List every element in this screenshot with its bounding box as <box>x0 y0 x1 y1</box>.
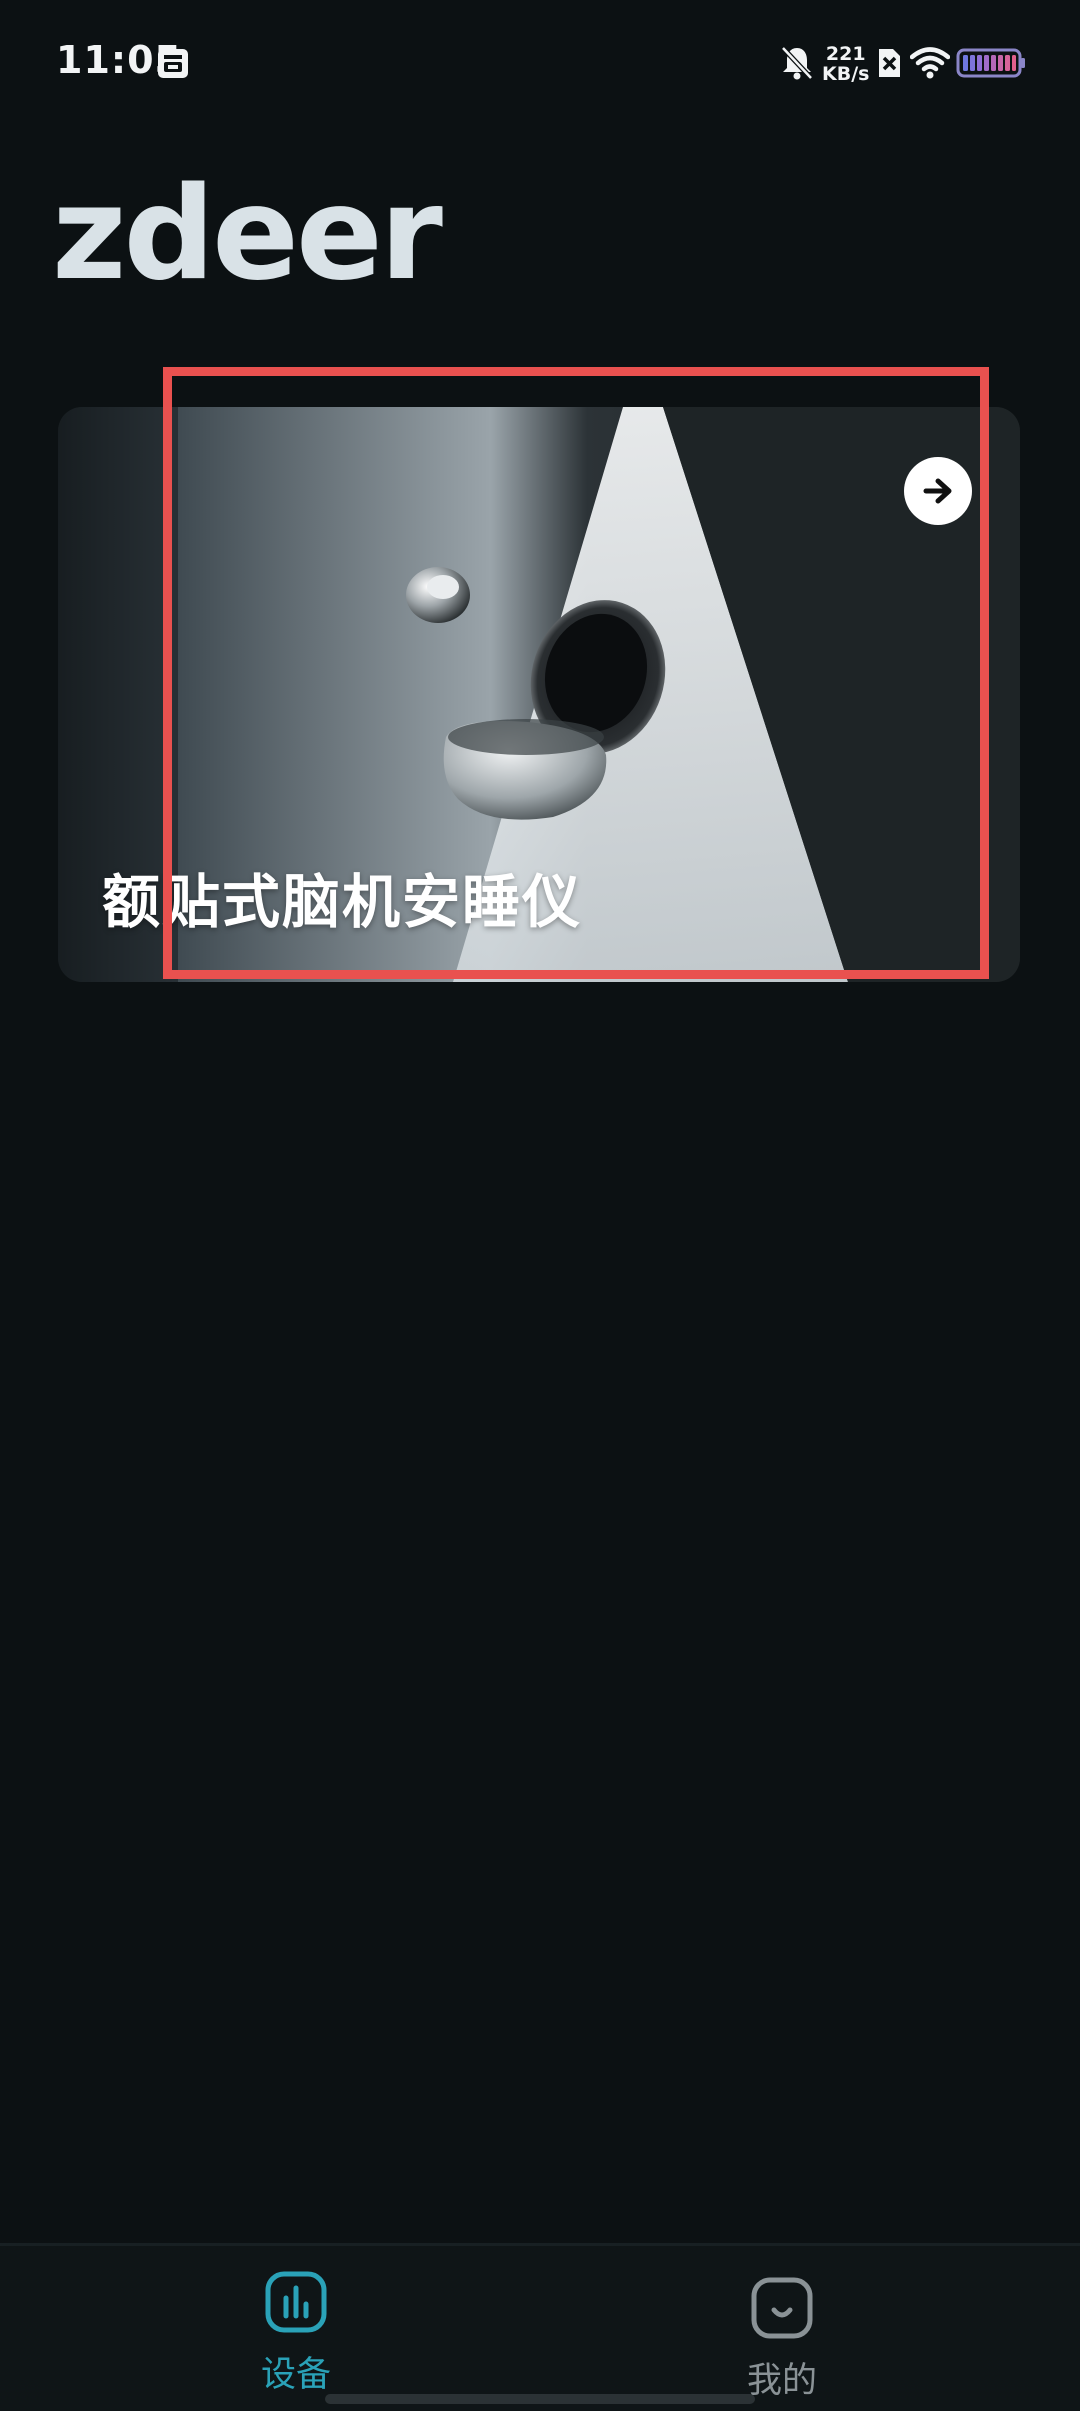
tab-mine[interactable]: 我的 <box>632 2246 932 2411</box>
battery-icon <box>956 48 1025 78</box>
net-speed-value: 221 <box>825 43 866 65</box>
brand-logo: zdeer <box>52 160 443 309</box>
arrow-right-icon <box>923 478 952 504</box>
wifi-icon <box>910 47 950 79</box>
status-bar: 11:05 221 KB/s <box>0 0 1080 120</box>
mute-bell-icon <box>781 46 813 80</box>
open-device-button[interactable] <box>904 457 972 525</box>
tab-devices[interactable]: 设备 <box>146 2246 446 2411</box>
home-indicator[interactable] <box>325 2394 755 2404</box>
calendar-icon <box>158 49 188 78</box>
net-speed: 221 KB/s <box>822 44 869 84</box>
sim-icon <box>879 49 900 77</box>
device-title: 额贴式脑机安睡仪 <box>102 868 583 936</box>
bar-chart-icon <box>265 2271 327 2333</box>
smile-face-icon <box>751 2277 813 2339</box>
device-card[interactable]: 额贴式脑机安睡仪 <box>58 407 1020 982</box>
bottom-nav: 设备 我的 <box>0 2243 1080 2411</box>
tab-devices-label: 设备 <box>260 2355 331 2395</box>
net-speed-unit: KB/s <box>822 63 870 85</box>
